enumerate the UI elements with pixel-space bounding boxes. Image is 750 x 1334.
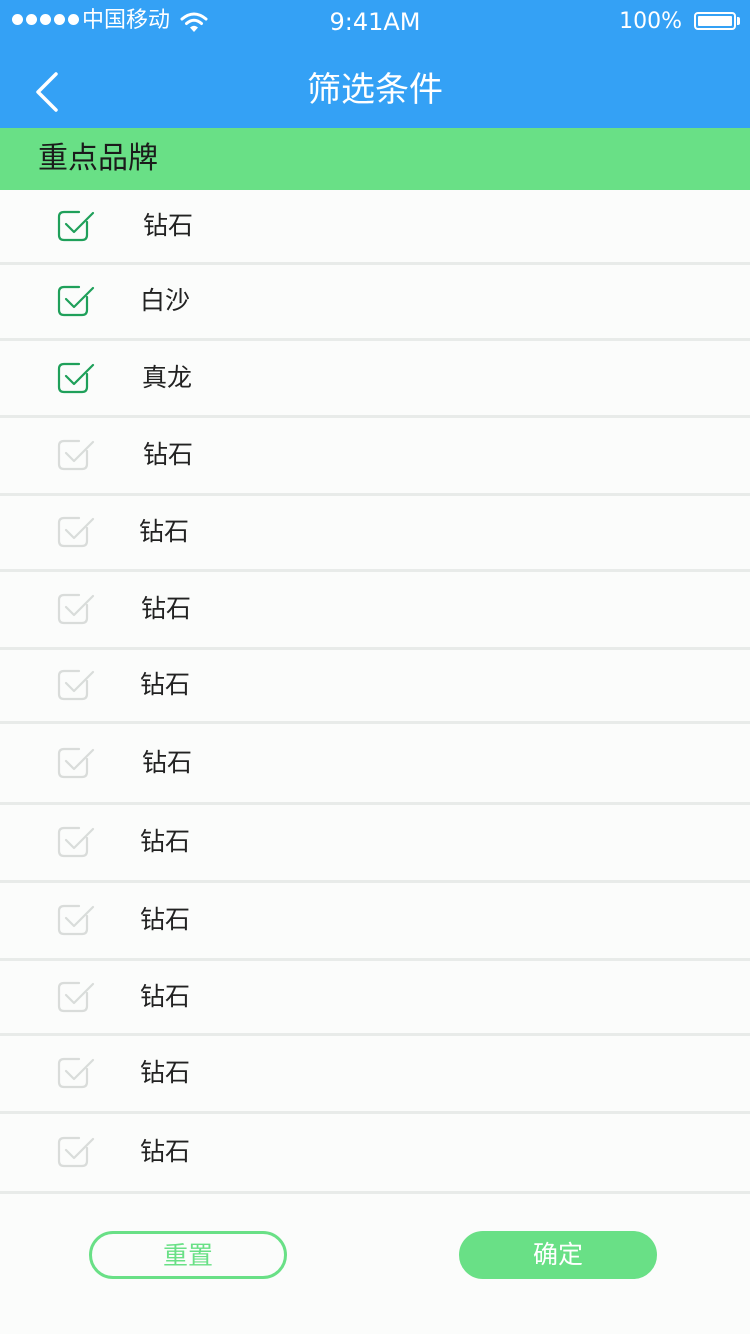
brand-label: 钻石 <box>140 670 191 699</box>
brand-row[interactable]: 钻石 <box>0 1114 750 1194</box>
brand-label: 钻石 <box>141 594 192 623</box>
brand-label: 钻石 <box>140 827 191 856</box>
brand-row[interactable]: 真龙 <box>0 341 750 418</box>
battery-percentage: 100% <box>619 9 682 34</box>
brand-label: 钻石 <box>139 517 190 546</box>
brand-row[interactable]: 钻石 <box>0 1036 750 1114</box>
checkbox-unchecked-icon[interactable] <box>57 592 95 626</box>
checkbox-unchecked-icon[interactable] <box>57 980 95 1014</box>
brand-row[interactable]: 钻石 <box>0 572 750 650</box>
brand-row[interactable]: 钻石 <box>0 190 750 265</box>
brand-row[interactable]: 白沙 <box>0 265 750 341</box>
brand-label: 钻石 <box>140 982 191 1011</box>
brand-list: 钻石 白沙 真龙 钻石 钻石 钻石 钻石 钻石 钻石 钻石 钻石 钻石 钻石 <box>0 190 750 1194</box>
page-title: 筛选条件 <box>307 70 443 110</box>
brand-label: 钻石 <box>140 905 191 934</box>
checkbox-unchecked-icon[interactable] <box>57 668 95 702</box>
section-header: 重点品牌 <box>0 128 750 190</box>
brand-label: 钻石 <box>142 748 193 777</box>
brand-label: 钻石 <box>140 1058 191 1087</box>
checkbox-unchecked-icon[interactable] <box>57 515 95 549</box>
checkbox-unchecked-icon[interactable] <box>57 1056 95 1090</box>
reset-button[interactable]: 重置 <box>89 1231 287 1279</box>
brand-row[interactable]: 钻石 <box>0 724 750 805</box>
checkbox-unchecked-icon[interactable] <box>57 746 95 780</box>
brand-row[interactable]: 钻石 <box>0 961 750 1036</box>
brand-row[interactable]: 钻石 <box>0 496 750 572</box>
checkbox-unchecked-icon[interactable] <box>57 903 95 937</box>
battery-tip <box>737 17 740 25</box>
checkbox-unchecked-icon[interactable] <box>57 438 95 472</box>
brand-label: 钻石 <box>143 440 194 469</box>
brand-label: 真龙 <box>142 363 193 392</box>
checkbox-unchecked-icon[interactable] <box>57 1135 95 1169</box>
checkbox-checked-icon[interactable] <box>57 209 95 243</box>
brand-label: 钻石 <box>140 1137 191 1166</box>
brand-label: 钻石 <box>143 211 194 240</box>
battery-icon <box>694 12 736 30</box>
checkbox-checked-icon[interactable] <box>57 361 95 395</box>
section-title: 重点品牌 <box>38 141 158 176</box>
confirm-button[interactable]: 确定 <box>459 1231 657 1279</box>
brand-label: 白沙 <box>140 286 191 315</box>
navigation-bar: 筛选条件 <box>0 44 750 128</box>
status-bar: 中国移动 9:41AM 100% <box>0 0 750 44</box>
brand-row[interactable]: 钻石 <box>0 650 750 724</box>
checkbox-unchecked-icon[interactable] <box>57 825 95 859</box>
brand-row[interactable]: 钻石 <box>0 418 750 496</box>
checkbox-checked-icon[interactable] <box>57 284 95 318</box>
brand-row[interactable]: 钻石 <box>0 883 750 961</box>
brand-row[interactable]: 钻石 <box>0 805 750 883</box>
header: 中国移动 9:41AM 100% 筛选条件 <box>0 0 750 128</box>
